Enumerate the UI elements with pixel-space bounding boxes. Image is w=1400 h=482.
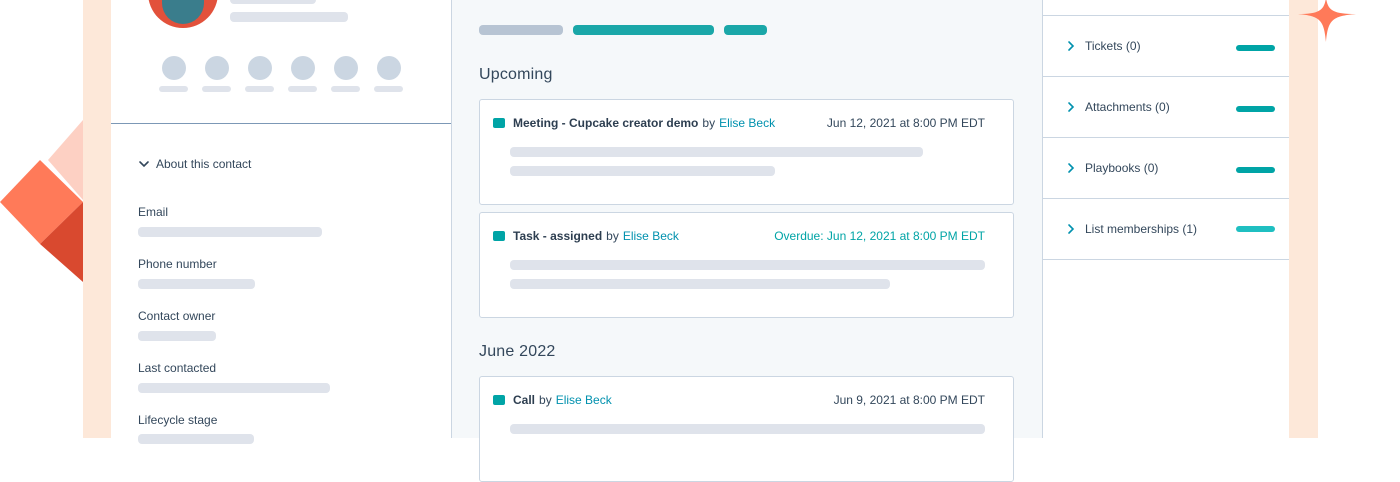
- property-value-phone[interactable]: [138, 279, 255, 289]
- activity-date: Jun 9, 2021 at 8:00 PM EDT: [833, 393, 985, 407]
- section-indicator: [1236, 167, 1275, 173]
- section-indicator: [1236, 226, 1275, 232]
- quick-action-label: [288, 86, 317, 92]
- activity-title: Meeting - Cupcake creator demo: [513, 116, 699, 130]
- quick-action-label: [202, 86, 231, 92]
- quick-action-icon[interactable]: [377, 56, 401, 80]
- quick-action-icon[interactable]: [248, 56, 272, 80]
- property-label-last-contacted: Last contacted: [138, 361, 217, 375]
- task-icon: [493, 231, 505, 241]
- avatar: [148, 0, 218, 28]
- quick-action-icon[interactable]: [291, 56, 315, 80]
- contact-sidebar: About this contact Email Phone number Co…: [111, 0, 452, 444]
- quick-action-icon[interactable]: [162, 56, 186, 80]
- divider: [111, 123, 451, 124]
- chevron-right-icon: [1068, 163, 1075, 173]
- activity-title: Call: [513, 393, 536, 407]
- decorative-diamonds: [0, 120, 83, 282]
- property-value-lifecycle[interactable]: [138, 434, 254, 444]
- chevron-right-icon: [1068, 224, 1075, 234]
- about-contact-label: About this contact: [156, 157, 252, 171]
- section-label: Attachments (0): [1085, 100, 1170, 114]
- property-label-owner: Contact owner: [138, 309, 216, 323]
- activity-author-link[interactable]: Elise Beck: [623, 229, 679, 243]
- quick-action-label: [159, 86, 188, 92]
- section-tickets-header: Tickets (0): [1067, 16, 1141, 76]
- activity-by: by: [539, 393, 552, 407]
- chevron-down-icon: [139, 161, 149, 168]
- section-indicator: [1236, 106, 1275, 112]
- about-contact-toggle[interactable]: About this contact: [138, 157, 251, 171]
- activity-timeline: Upcoming Meeting - Cupcake creator demo …: [452, 0, 1043, 482]
- contact-subtitle-placeholder: [230, 12, 348, 22]
- activity-card-meeting[interactable]: Meeting - Cupcake creator demo by Elise …: [479, 99, 1014, 205]
- section-attachments[interactable]: Attachments (0): [1043, 77, 1289, 138]
- right-section-top: [1043, 0, 1289, 16]
- chevron-right-icon: [1068, 41, 1075, 51]
- chevron-right-icon: [1068, 102, 1075, 112]
- section-attachments-header: Attachments (0): [1067, 77, 1170, 137]
- sparkle-icon: [1298, 0, 1356, 42]
- tab-active[interactable]: [573, 25, 714, 35]
- activity-header: Task - assigned by Elise Beck: [493, 229, 679, 243]
- section-tickets[interactable]: Tickets (0): [1043, 16, 1289, 77]
- activity-body-placeholder: [510, 279, 890, 289]
- property-value-owner[interactable]: [138, 331, 216, 341]
- activity-author-link[interactable]: Elise Beck: [556, 393, 612, 407]
- section-label: Tickets (0): [1085, 39, 1141, 53]
- property-value-email[interactable]: [138, 227, 322, 237]
- activity-by: by: [702, 116, 716, 130]
- activity-body-placeholder: [510, 424, 985, 434]
- activity-header: Call by Elise Beck: [493, 393, 612, 407]
- property-label-phone: Phone number: [138, 257, 217, 271]
- decorative-strip-right: [1289, 0, 1318, 438]
- activity-card-call[interactable]: Call by Elise Beck Jun 9, 2021 at 8:00 P…: [479, 376, 1014, 482]
- section-label: List memberships (1): [1085, 222, 1198, 236]
- meeting-icon: [493, 118, 505, 128]
- activity-body-placeholder: [510, 147, 923, 157]
- activity-body-placeholder: [510, 260, 985, 270]
- tab-active-secondary[interactable]: [724, 25, 767, 35]
- call-icon: [493, 395, 505, 405]
- quick-action-icon[interactable]: [334, 56, 358, 80]
- property-label-lifecycle: Lifecycle stage: [138, 413, 218, 427]
- quick-action-label: [245, 86, 274, 92]
- activity-header: Meeting - Cupcake creator demo by Elise …: [493, 116, 775, 130]
- section-heading-upcoming: Upcoming: [479, 66, 553, 83]
- property-label-email: Email: [138, 205, 169, 219]
- section-list-memberships[interactable]: List memberships (1): [1043, 199, 1289, 260]
- activity-date-overdue: Overdue: Jun 12, 2021 at 8:00 PM EDT: [774, 229, 985, 243]
- section-playbooks-header: Playbooks (0): [1067, 138, 1158, 198]
- section-label: Playbooks (0): [1085, 161, 1159, 175]
- quick-action-label: [331, 86, 360, 92]
- tab-placeholder[interactable]: [479, 25, 563, 35]
- contact-record: About this contact Email Phone number Co…: [111, 0, 1289, 482]
- section-list-memberships-header: List memberships (1): [1067, 199, 1197, 259]
- activity-date: Jun 12, 2021 at 8:00 PM EDT: [826, 116, 985, 130]
- associations-sidebar: Tickets (0) Attachments (0) Playbooks (0…: [1043, 0, 1289, 438]
- activity-title: Task - assigned: [513, 229, 603, 243]
- property-value-last-contacted[interactable]: [138, 383, 330, 393]
- contact-name-placeholder: [230, 0, 316, 4]
- section-heading-june-2022: June 2022: [479, 343, 556, 360]
- section-playbooks[interactable]: Playbooks (0): [1043, 138, 1289, 199]
- activity-card-task[interactable]: Task - assigned by Elise Beck Overdue: J…: [479, 212, 1014, 318]
- activity-by: by: [606, 229, 619, 243]
- quick-action-label: [374, 86, 403, 92]
- section-indicator: [1236, 45, 1275, 51]
- activity-body-placeholder: [510, 166, 775, 176]
- quick-action-icon[interactable]: [205, 56, 229, 80]
- activity-author-link[interactable]: Elise Beck: [719, 116, 775, 130]
